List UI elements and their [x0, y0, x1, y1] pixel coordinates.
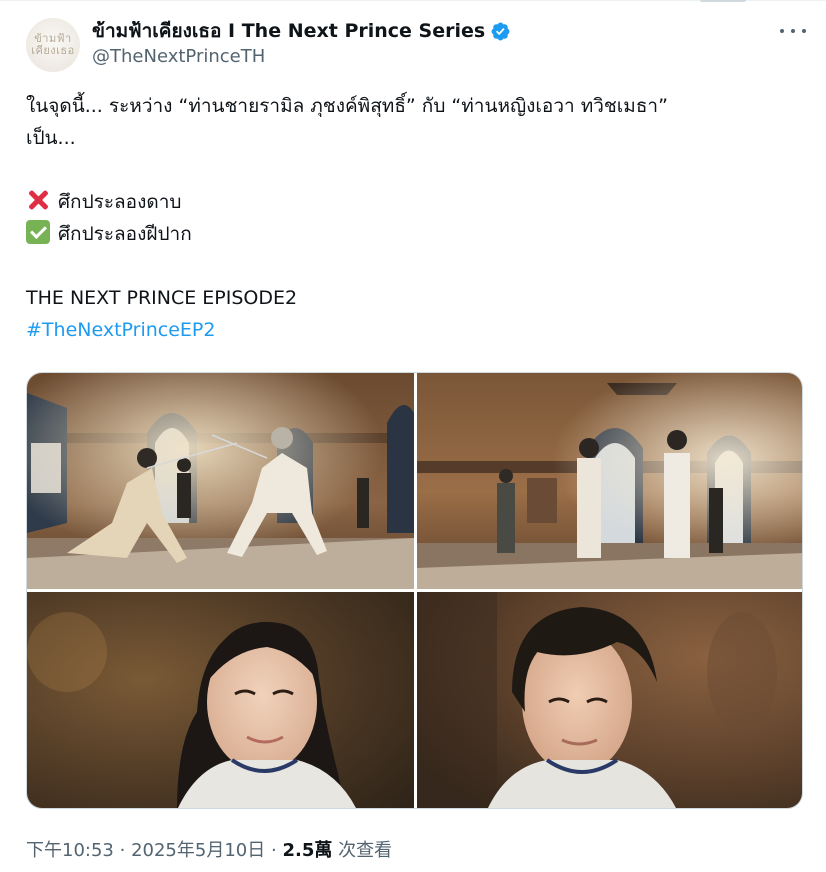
post-header: ข้ามฟ้า เคียงเธอ ข้ามฟ้าเคียงเธอ I The N… [26, 16, 806, 76]
post-text-line: ในจุดนี้... ระหว่าง “ท่านชายรามิล ภุชงค์… [26, 95, 668, 117]
check-mark-icon [26, 220, 50, 244]
media-photo-fencing-duel[interactable] [27, 373, 414, 589]
verified-badge-icon[interactable] [490, 21, 511, 42]
meta-separator: · [119, 840, 126, 861]
media-grid [26, 372, 803, 809]
episode-title: THE NEXT PRINCE EPISODE2 [26, 287, 298, 309]
list-item: ศึกประลองฝีปาก [26, 218, 796, 250]
media-photo-actor-closeup[interactable] [417, 592, 803, 809]
meta-separator: · [270, 840, 277, 861]
author-handle[interactable]: @TheNextPrinceTH [92, 46, 265, 67]
post-text-line: เป็น... [26, 127, 76, 149]
top-scroll-indicator [700, 0, 746, 2]
cross-mark-icon [26, 188, 50, 212]
post-text: ในจุดนี้... ระหว่าง “ท่านชายรามิล ภุชงค์… [26, 90, 796, 346]
list-item: ศึกประลองดาบ [26, 186, 796, 218]
views-count: 2.5萬 [282, 840, 333, 861]
avatar-logo-text: เคียงเธอ [31, 44, 75, 57]
post-meta: 下午10:53 · 2025年5月10日 · 2.5萬 次查看 [26, 836, 392, 862]
author-name-row: ข้ามฟ้าเคียงเธอ I The Next Prince Series [92, 18, 511, 44]
avatar[interactable]: ข้ามฟ้า เคียงเธอ [26, 18, 80, 72]
more-options-icon[interactable] [780, 20, 806, 42]
views-label: 次查看 [338, 840, 393, 861]
media-photo-actress-closeup[interactable] [27, 592, 414, 809]
author-display-name[interactable]: ข้ามฟ้าเคียงเธอ I The Next Prince Series [92, 16, 485, 46]
post-time[interactable]: 下午10:53 [26, 840, 114, 861]
media-photo-fencers-facing[interactable] [417, 373, 803, 589]
post-date[interactable]: 2025年5月10日 [131, 840, 265, 861]
list-item-text: ศึกประลองฝีปาก [58, 223, 192, 245]
hashtag-link[interactable]: #TheNextPrinceEP2 [26, 319, 215, 341]
list-item-text: ศึกประลองดาบ [58, 191, 182, 213]
